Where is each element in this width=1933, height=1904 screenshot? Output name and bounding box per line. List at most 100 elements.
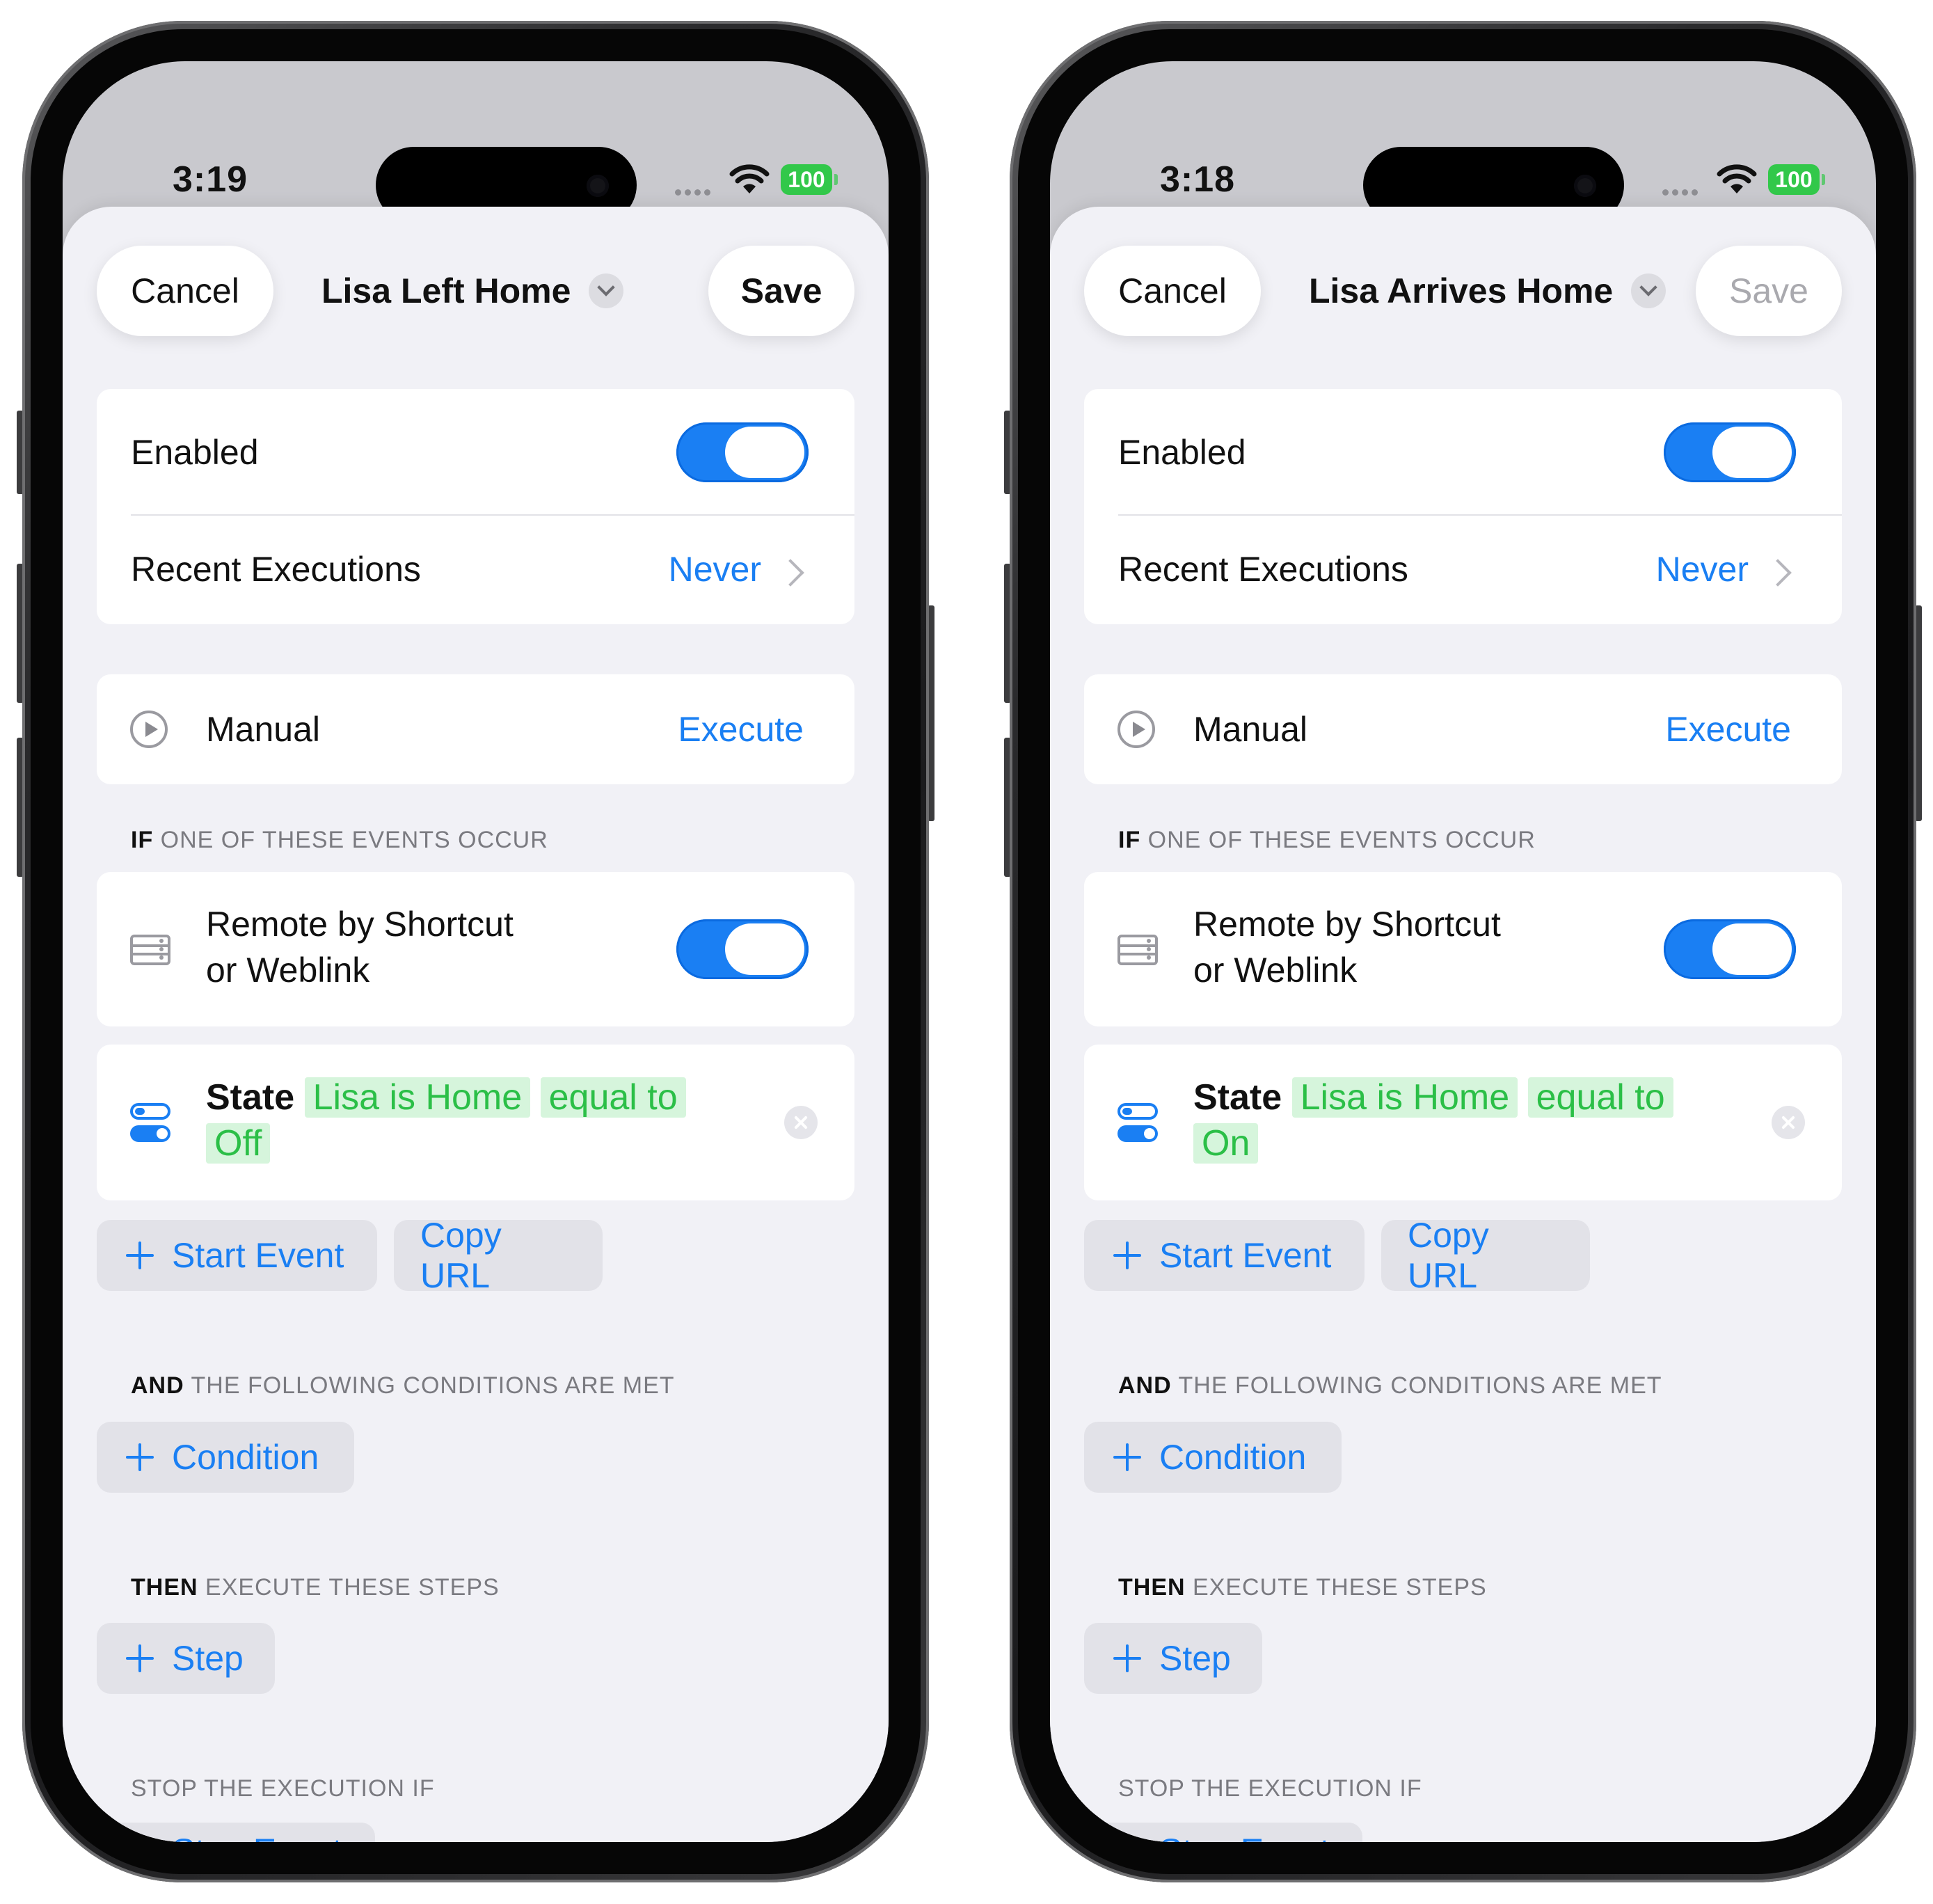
plus-icon: [1113, 1443, 1141, 1471]
status-time: 3:19: [173, 159, 248, 200]
cellular-signal-icon: [1662, 187, 1701, 199]
state-line2: Off: [206, 1122, 271, 1164]
state-value-token[interactable]: Off: [206, 1123, 271, 1164]
stop-event-label: Stop Event: [172, 1831, 342, 1842]
then-section-header: THEN EXECUTE THESE STEPS: [131, 1574, 500, 1601]
add-stop-event-button[interactable]: Stop Event: [97, 1823, 375, 1842]
plus-icon: [1113, 1644, 1141, 1672]
remote-label-line1: Remote by Shortcut: [206, 905, 514, 944]
plus-icon: [126, 1644, 154, 1672]
manual-label: Manual: [206, 710, 320, 749]
execute-button[interactable]: Execute: [678, 709, 804, 749]
add-stop-event-button[interactable]: Stop Event: [1084, 1823, 1362, 1842]
add-step-button[interactable]: Step: [1084, 1623, 1262, 1694]
remote-toggle[interactable]: [676, 919, 809, 979]
header-keyword: THEN: [1118, 1574, 1186, 1601]
camera-icon: [1574, 175, 1596, 197]
header-rest: EXECUTE THESE STEPS: [1193, 1574, 1487, 1601]
header-keyword: AND: [1118, 1372, 1172, 1399]
header-keyword: IF: [131, 827, 154, 853]
add-condition-button[interactable]: Condition: [1084, 1422, 1342, 1493]
automation-title[interactable]: Lisa Left Home: [321, 246, 624, 336]
wifi-icon: [729, 164, 770, 193]
and-section-header: AND THE FOLLOWING CONDITIONS ARE MET: [1118, 1372, 1662, 1399]
state-entity-token[interactable]: Lisa is Home: [1291, 1077, 1518, 1118]
toggle-switch-icon: [130, 1103, 170, 1143]
state-line1: State Lisa is Home equal to: [206, 1077, 686, 1118]
remove-event-icon[interactable]: [784, 1106, 818, 1139]
state-value-token[interactable]: On: [1193, 1123, 1259, 1164]
enabled-toggle[interactable]: [1664, 422, 1796, 482]
state-operator-token[interactable]: equal to: [540, 1077, 686, 1118]
manual-label: Manual: [1193, 710, 1307, 749]
add-start-event-button[interactable]: Start Event: [1084, 1220, 1365, 1291]
header-rest: ONE OF THESE EVENTS OCCUR: [1147, 827, 1536, 853]
add-condition-button[interactable]: Condition: [97, 1422, 354, 1493]
toggle-knob: [1712, 427, 1792, 478]
save-button[interactable]: Save: [708, 246, 854, 336]
recent-executions-row[interactable]: Recent Executions Never: [97, 516, 854, 624]
state-event-card[interactable]: State Lisa is Home equal to On: [1084, 1045, 1842, 1200]
toggle-knob: [725, 923, 804, 975]
toggle-switch-icon: [1117, 1103, 1158, 1143]
copy-url-button[interactable]: Copy URL: [1381, 1216, 1590, 1295]
wifi-icon: [1717, 164, 1757, 193]
manual-card: Manual Execute: [97, 674, 854, 784]
toggle-knob: [725, 427, 804, 478]
recent-executions-label: Recent Executions: [1118, 550, 1408, 589]
chevron-down-icon[interactable]: [589, 273, 624, 308]
if-section-header: IF ONE OF THESE EVENTS OCCUR: [131, 827, 548, 854]
automation-sheet: Cancel Lisa Left Home Save Enabled Recen…: [63, 207, 889, 1842]
state-line1: State Lisa is Home equal to: [1193, 1077, 1673, 1118]
status-time: 3:18: [1160, 159, 1236, 200]
condition-label: Condition: [172, 1438, 319, 1477]
plus-icon: [1113, 1241, 1141, 1269]
remove-event-icon[interactable]: [1772, 1106, 1805, 1139]
header-rest: EXECUTE THESE STEPS: [205, 1574, 500, 1601]
header-keyword: THEN: [131, 1574, 198, 1601]
save-button[interactable]: Save: [1696, 246, 1842, 336]
enabled-toggle[interactable]: [676, 422, 809, 482]
step-label: Step: [172, 1639, 244, 1678]
state-operator-token[interactable]: equal to: [1527, 1077, 1673, 1118]
server-icon: [1117, 935, 1158, 965]
state-entity-token[interactable]: Lisa is Home: [304, 1077, 531, 1118]
header-keyword: IF: [1118, 827, 1141, 853]
stop-section-header: STOP THE EXECUTION IF: [131, 1775, 435, 1802]
header-rest: THE FOLLOWING CONDITIONS ARE MET: [1178, 1372, 1662, 1399]
add-start-event-button[interactable]: Start Event: [97, 1220, 377, 1291]
toggle-knob: [1712, 923, 1792, 975]
remote-toggle[interactable]: [1664, 919, 1796, 979]
header-keyword: AND: [131, 1372, 184, 1399]
start-event-label: Start Event: [1159, 1236, 1332, 1275]
header-rest: THE FOLLOWING CONDITIONS ARE MET: [191, 1372, 675, 1399]
state-event-card[interactable]: State Lisa is Home equal to Off: [97, 1045, 854, 1200]
cancel-button[interactable]: Cancel: [1084, 246, 1261, 336]
battery-icon: 100: [1768, 164, 1825, 195]
execute-button[interactable]: Execute: [1665, 709, 1791, 749]
enabled-label: Enabled: [1118, 433, 1246, 472]
chevron-down-icon[interactable]: [1631, 273, 1666, 308]
remote-label-line2: or Weblink: [1193, 951, 1358, 990]
condition-label: Condition: [1159, 1438, 1307, 1477]
battery-icon: 100: [781, 164, 838, 195]
header-rest: ONE OF THESE EVENTS OCCUR: [160, 827, 548, 853]
add-step-button[interactable]: Step: [97, 1623, 275, 1694]
remote-label-line1: Remote by Shortcut: [1193, 905, 1501, 944]
then-section-header: THEN EXECUTE THESE STEPS: [1118, 1574, 1487, 1601]
cancel-button[interactable]: Cancel: [97, 246, 273, 336]
stop-event-label: Stop Event: [1159, 1831, 1330, 1842]
settings-card: Enabled Recent Executions Never: [1084, 389, 1842, 624]
state-label: State: [206, 1077, 295, 1118]
recent-executions-row[interactable]: Recent Executions Never: [1084, 516, 1842, 624]
title-text: Lisa Arrives Home: [1309, 271, 1614, 310]
title-text: Lisa Left Home: [321, 271, 571, 310]
recent-executions-label: Recent Executions: [131, 550, 421, 589]
step-label: Step: [1159, 1639, 1231, 1678]
enabled-label: Enabled: [131, 433, 259, 472]
and-section-header: AND THE FOLLOWING CONDITIONS ARE MET: [131, 1372, 675, 1399]
copy-url-button[interactable]: Copy URL: [394, 1216, 603, 1295]
automation-title[interactable]: Lisa Arrives Home: [1309, 246, 1666, 336]
chevron-right-icon: [1764, 559, 1792, 587]
remote-label-line2: or Weblink: [206, 951, 370, 990]
